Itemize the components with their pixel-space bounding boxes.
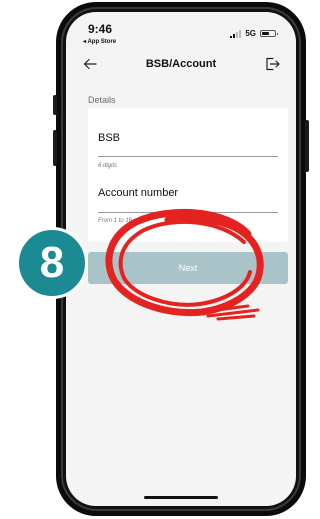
step-number-badge: 8 bbox=[16, 227, 88, 299]
account-number-field[interactable]: Account number bbox=[98, 187, 178, 199]
network-type: 5G bbox=[245, 29, 256, 38]
status-time: 9:46 bbox=[88, 22, 113, 36]
bsb-field-underline bbox=[98, 156, 278, 157]
battery-icon bbox=[260, 30, 278, 37]
bsb-field[interactable]: BSB bbox=[98, 132, 120, 144]
account-number-underline bbox=[98, 212, 278, 213]
next-button[interactable]: Next bbox=[88, 252, 288, 284]
side-button-right bbox=[305, 120, 309, 172]
side-button-left-1 bbox=[53, 95, 57, 115]
section-label-details: Details bbox=[88, 95, 116, 105]
bsb-hint: 6 digits bbox=[98, 163, 118, 169]
signal-icon bbox=[230, 29, 242, 38]
side-button-left-2 bbox=[53, 130, 57, 166]
details-card: BSB 6 digits Account number From 1 to 16 bbox=[88, 108, 288, 242]
account-number-hint: From 1 to 16 bbox=[98, 218, 133, 224]
page-title: BSB/Account bbox=[145, 58, 217, 70]
logout-icon[interactable] bbox=[264, 56, 280, 72]
home-indicator bbox=[144, 496, 218, 499]
status-indicators: 5G bbox=[230, 29, 278, 38]
app-screen: 9:46 ◂ App Store 5G BSB/Account Details … bbox=[66, 12, 296, 506]
back-to-app-store-link[interactable]: ◂ App Store bbox=[83, 38, 116, 45]
